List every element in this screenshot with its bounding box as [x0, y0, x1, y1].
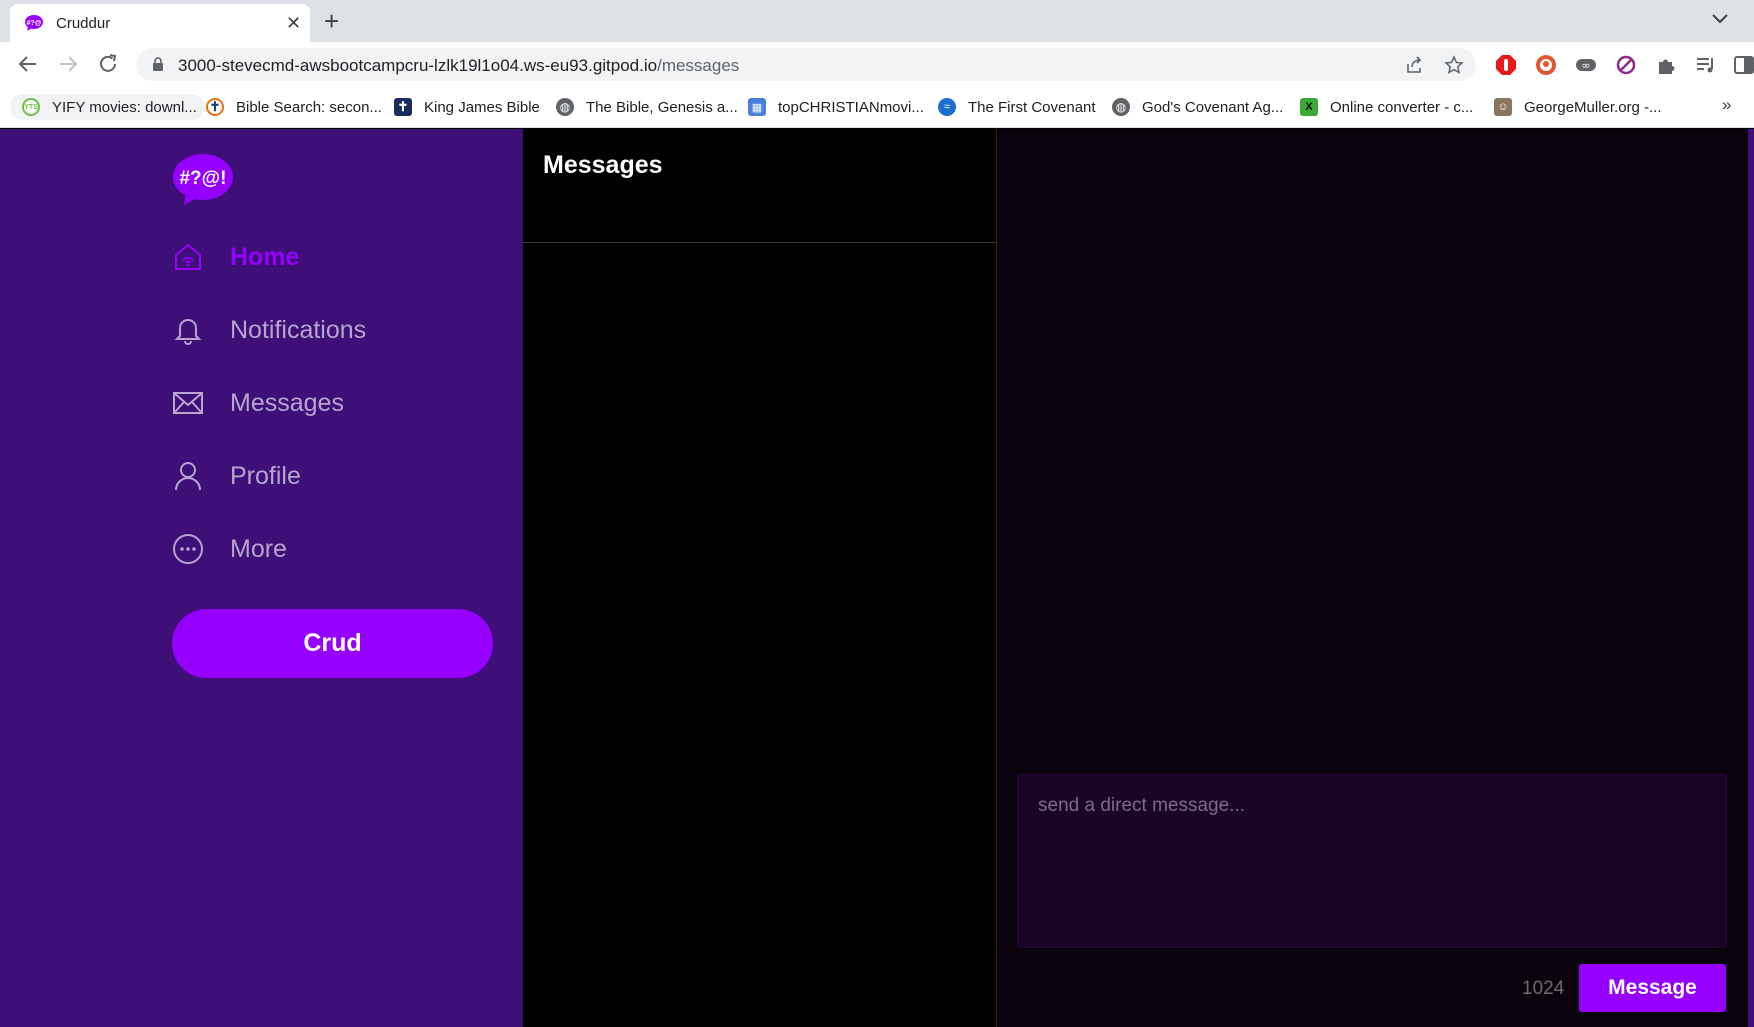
side-panel-icon[interactable] — [1733, 54, 1754, 76]
cross-icon: ✝ — [206, 98, 224, 116]
cruddur-app: #?@! Home Notifications Messages Profile… — [0, 129, 1754, 1027]
character-count: 1024 — [1522, 978, 1565, 999]
bookmark-label: God's Covenant Ag... — [1142, 98, 1284, 116]
bookmark-label: King James Bible — [424, 98, 540, 116]
globe-icon: ◍ — [556, 98, 574, 116]
address-bar[interactable]: 3000-stevecmd-awsbootcampcru-lzlk19l1o04… — [136, 48, 1476, 81]
url-path: /messages — [657, 56, 740, 75]
bookmark-label: YIFY movies: downl... — [52, 98, 197, 116]
back-arrow-icon[interactable] — [16, 52, 40, 76]
person-icon — [175, 462, 201, 491]
cruddur-logo-icon[interactable]: #?@! — [172, 153, 234, 205]
bookmark-item[interactable]: YTS YIFY movies: downl... — [10, 94, 205, 120]
bookmark-label: The Bible, Genesis a... — [586, 98, 738, 116]
bookmark-item[interactable]: ◍ God's Covenant Ag... — [1112, 94, 1283, 120]
sidebar-item-label: Messages — [230, 388, 344, 417]
bookmark-label: Bible Search: secon... — [236, 98, 382, 116]
portrait-icon: ☺ — [1494, 98, 1512, 116]
bookmark-item[interactable]: X Online converter - c... — [1300, 94, 1473, 120]
message-groups-panel: Messages — [523, 129, 997, 1027]
sidebar-item-label: More — [230, 534, 287, 563]
reload-icon[interactable] — [96, 52, 120, 76]
sidebar-item-label: Home — [230, 242, 300, 271]
cross-icon: ✝ — [394, 98, 412, 116]
cruddur-favicon-icon: #?@ — [25, 15, 43, 31]
bookmark-label: Online converter - c... — [1330, 98, 1474, 116]
duckduckgo-extension-icon[interactable] — [1535, 54, 1557, 76]
bookmark-item[interactable]: ☺ GeorgeMuller.org -... — [1494, 94, 1662, 120]
right-edge-strip — [1748, 129, 1754, 1027]
adblock-extension-icon[interactable] — [1495, 54, 1517, 76]
bookmark-label: GeorgeMuller.org -... — [1524, 98, 1662, 116]
messages-header: Messages — [523, 129, 997, 243]
direct-message-input[interactable] — [1017, 774, 1727, 948]
bookmarks-bar: YTS YIFY movies: downl... ✝ Bible Search… — [0, 86, 1754, 128]
logo-text: #?@! — [179, 168, 226, 189]
sidebar-item-more[interactable]: More — [172, 529, 287, 569]
svg-text:∞: ∞ — [1581, 59, 1590, 72]
film-icon: ▦ — [748, 98, 766, 116]
more-icon — [173, 534, 203, 564]
sidebar-item-messages[interactable]: Messages — [172, 383, 344, 423]
envelope-icon — [173, 392, 203, 414]
url-host: 3000-stevecmd-awsbootcampcru-lzlk19l1o04… — [178, 56, 658, 75]
bookmark-label: topCHRISTIANmovi... — [778, 98, 924, 116]
bookmarks-overflow-chevron[interactable]: » — [1722, 95, 1731, 115]
star-icon[interactable] — [1444, 55, 1464, 75]
browser-tab[interactable]: #?@ Cruddur ✕ — [10, 4, 310, 42]
bookmark-item[interactable]: ≈ The First Covenant — [938, 94, 1096, 120]
tab-title: Cruddur — [56, 15, 111, 32]
url-text[interactable]: 3000-stevecmd-awsbootcampcru-lzlk19l1o04… — [178, 56, 739, 76]
infinity-extension-icon[interactable]: ∞ — [1575, 54, 1597, 76]
sidebar-item-notifications[interactable]: Notifications — [172, 310, 366, 350]
send-message-button[interactable]: Message — [1579, 964, 1726, 1012]
browser-tabstrip: #?@ Cruddur ✕ + — [0, 0, 1754, 42]
browser-toolbar: 3000-stevecmd-awsbootcampcru-lzlk19l1o04… — [0, 42, 1754, 86]
converter-icon: X — [1300, 98, 1318, 116]
share-icon[interactable] — [1404, 55, 1424, 75]
covenant-icon: ≈ — [938, 98, 956, 116]
sidebar-item-label: Notifications — [230, 315, 367, 344]
sidebar-item-profile[interactable]: Profile — [172, 456, 301, 496]
tab-search-chevron-icon[interactable] — [1710, 8, 1730, 28]
block-extension-icon[interactable] — [1615, 54, 1637, 76]
bookmark-item[interactable]: ✝ Bible Search: secon... — [206, 94, 382, 120]
page-title: Messages — [543, 151, 663, 179]
bookmark-item[interactable]: ▦ topCHRISTIANmovi... — [748, 94, 924, 120]
sidebar-item-label: Profile — [230, 461, 301, 490]
lock-icon[interactable] — [152, 57, 164, 72]
new-tab-icon[interactable]: + — [324, 6, 339, 37]
tab-close-icon[interactable]: ✕ — [286, 13, 301, 34]
bookmark-item[interactable]: ✝ King James Bible — [394, 94, 540, 120]
bell-icon — [174, 319, 202, 345]
crud-button[interactable]: Crud — [172, 609, 493, 678]
globe-icon: ◍ — [1112, 98, 1130, 116]
sidebar-item-home[interactable]: Home — [172, 237, 299, 277]
svg-text:#?@: #?@ — [27, 20, 42, 27]
extensions-puzzle-icon[interactable] — [1655, 54, 1677, 76]
bookmark-label: The First Covenant — [968, 98, 1096, 116]
bookmark-item[interactable]: ◍ The Bible, Genesis a... — [556, 94, 738, 120]
conversation-panel: 1024 Message — [998, 129, 1748, 1027]
yify-icon: YTS — [22, 98, 40, 116]
forward-arrow-icon[interactable] — [56, 52, 80, 76]
sidebar: #?@! Home Notifications Messages Profile… — [0, 129, 523, 1027]
home-icon — [175, 243, 201, 270]
media-playlist-icon[interactable] — [1695, 54, 1717, 76]
